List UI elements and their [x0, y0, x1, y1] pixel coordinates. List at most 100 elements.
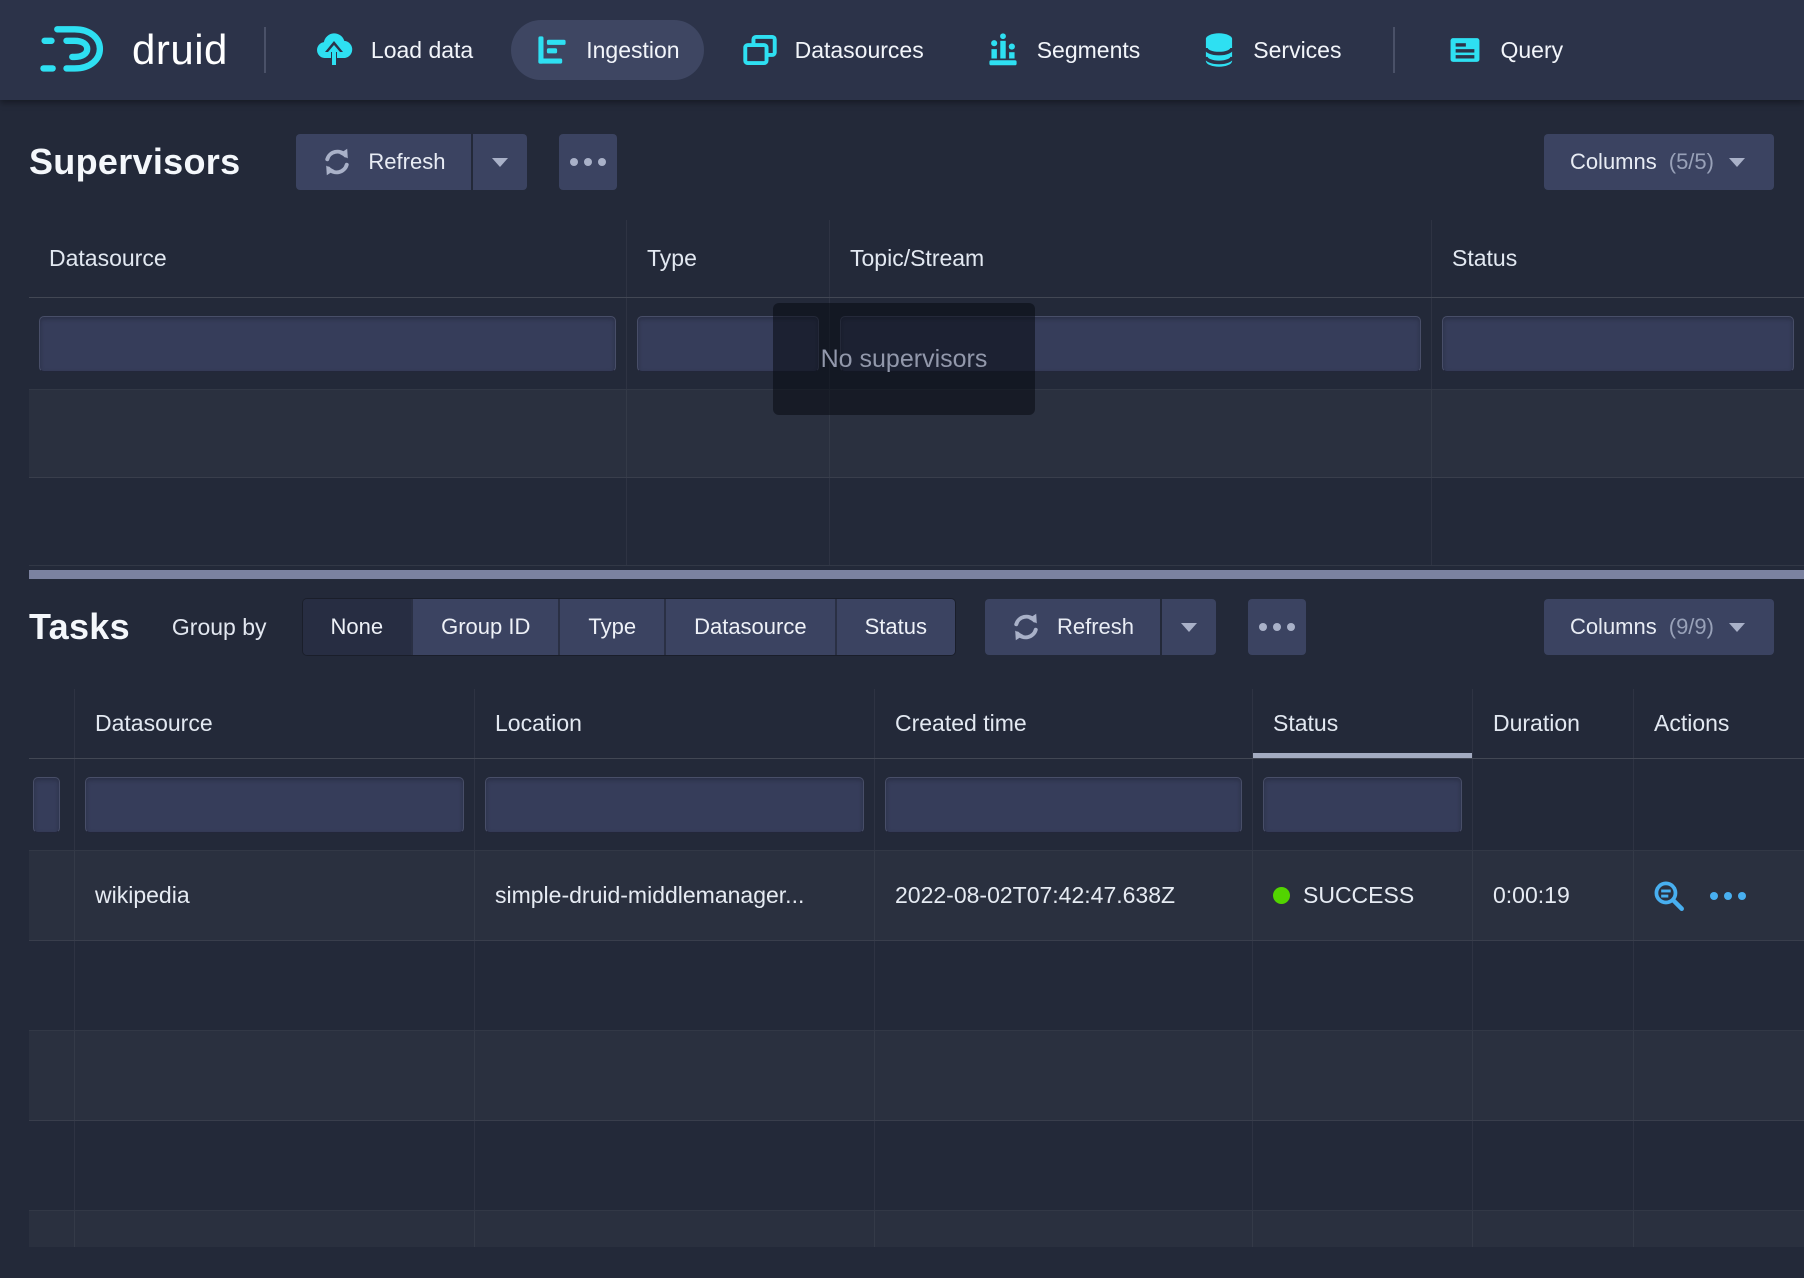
supervisors-refresh-caret-button[interactable] [471, 134, 527, 190]
column-header-duration[interactable]: Duration [1473, 689, 1634, 758]
brand-name: druid [132, 26, 228, 74]
chevron-down-icon [1726, 156, 1748, 169]
no-supervisors-message: No supervisors [773, 303, 1035, 415]
nav-item-label: Segments [1037, 37, 1141, 64]
task-created-time-cell: 2022-08-02T07:42:47.638Z [875, 851, 1253, 940]
tasks-columns-button[interactable]: Columns (9/9) [1544, 599, 1774, 655]
row-more-actions-icon[interactable] [1710, 892, 1746, 900]
task-status-filter-input[interactable] [1263, 777, 1462, 833]
table-row [29, 941, 1804, 1031]
search-detail-icon[interactable] [1652, 879, 1686, 913]
status-badge: SUCCESS [1303, 882, 1414, 909]
task-datasource-cell: wikipedia [75, 851, 475, 940]
table-row [29, 1121, 1804, 1211]
supervisors-refresh-button[interactable]: Refresh [296, 134, 471, 190]
group-by-group-id-button[interactable]: Group ID [411, 599, 558, 655]
supervisors-title: Supervisors [29, 141, 240, 183]
horizontal-scrollbar[interactable] [29, 570, 1804, 579]
column-header-expander[interactable] [29, 689, 75, 758]
group-by-button-group: None Group ID Type Datasource Status [303, 599, 955, 655]
task-location-filter-input[interactable] [485, 777, 864, 833]
nav-item-label: Services [1253, 37, 1341, 64]
tasks-refresh-button[interactable]: Refresh [985, 599, 1160, 655]
column-header-datasource[interactable]: Datasource [29, 220, 627, 297]
nav-item-label: Load data [371, 37, 473, 64]
column-header-status-label: Status [1273, 710, 1338, 737]
nav-item-load-data[interactable]: Load data [290, 20, 497, 80]
tasks-title: Tasks [29, 606, 130, 648]
refresh-label: Refresh [368, 149, 445, 175]
nav-divider [264, 27, 266, 73]
task-row-wikipedia[interactable]: wikipedia simple-druid-middlemanager... … [29, 851, 1804, 941]
group-by-type-button[interactable]: Type [558, 599, 664, 655]
tasks-filter-row [29, 759, 1804, 851]
more-icon [1259, 623, 1295, 631]
druid-logo[interactable]: druid [40, 22, 228, 78]
columns-label: Columns [1570, 614, 1657, 640]
supervisor-status-filter-input[interactable] [1442, 316, 1794, 372]
nav-items: Load data Ingestion Datasources [290, 20, 1587, 80]
tasks-table-header: Datasource Location Created time Status … [29, 689, 1804, 759]
multi-select-icon [742, 33, 778, 67]
refresh-icon [1011, 612, 1041, 642]
sort-indicator [1253, 753, 1472, 758]
nav-item-label: Ingestion [586, 37, 679, 64]
group-by-datasource-button[interactable]: Datasource [664, 599, 835, 655]
nav-item-services[interactable]: Services [1178, 20, 1365, 80]
task-status-cell: SUCCESS [1253, 851, 1473, 940]
column-header-created-time[interactable]: Created time [875, 689, 1253, 758]
columns-count: (5/5) [1669, 149, 1714, 175]
column-header-status[interactable]: Status [1253, 689, 1473, 758]
table-row [29, 1211, 1804, 1247]
table-row [29, 478, 1804, 566]
tasks-more-button[interactable] [1248, 599, 1306, 655]
nav-item-datasources[interactable]: Datasources [718, 20, 948, 80]
tasks-toolbar: Tasks Group by None Group ID Type Dataso… [0, 599, 1804, 655]
bar-chart-icon [986, 33, 1020, 67]
column-header-status[interactable]: Status [1432, 220, 1804, 297]
column-header-topic-stream[interactable]: Topic/Stream [830, 220, 1432, 297]
chevron-down-icon [1178, 621, 1200, 634]
columns-label: Columns [1570, 149, 1657, 175]
cloud-upload-icon [314, 31, 354, 69]
nav-item-query[interactable]: Query [1423, 20, 1587, 80]
column-header-type[interactable]: Type [627, 220, 830, 297]
table-row [29, 1031, 1804, 1121]
application-icon [1447, 33, 1483, 67]
supervisors-refresh-split: Refresh [296, 134, 527, 190]
column-header-actions[interactable]: Actions [1634, 689, 1804, 758]
tasks-refresh-caret-button[interactable] [1160, 599, 1216, 655]
gantt-chart-icon [535, 33, 569, 67]
task-id-filter-input[interactable] [33, 777, 60, 833]
task-location-cell: simple-druid-middlemanager... [475, 851, 875, 940]
column-header-location[interactable]: Location [475, 689, 875, 758]
refresh-label: Refresh [1057, 614, 1134, 640]
group-by-none-button[interactable]: None [303, 599, 412, 655]
supervisors-table: Datasource Type Topic/Stream Status No s… [29, 220, 1804, 579]
chevron-down-icon [489, 156, 511, 169]
more-icon [570, 158, 606, 166]
task-actions-cell [1634, 851, 1804, 940]
success-status-dot [1273, 887, 1290, 904]
nav-divider [1393, 27, 1395, 73]
group-by-label: Group by [172, 614, 267, 641]
column-header-datasource[interactable]: Datasource [75, 689, 475, 758]
group-by-status-button[interactable]: Status [835, 599, 955, 655]
supervisors-columns-button[interactable]: Columns (5/5) [1544, 134, 1774, 190]
tasks-refresh-split: Refresh [985, 599, 1216, 655]
supervisors-table-header: Datasource Type Topic/Stream Status [29, 220, 1804, 298]
tasks-table: Datasource Location Created time Status … [29, 689, 1804, 1247]
nav-item-ingestion[interactable]: Ingestion [511, 20, 703, 80]
database-icon [1202, 32, 1236, 68]
nav-item-segments[interactable]: Segments [962, 20, 1165, 80]
nav-item-label: Datasources [795, 37, 924, 64]
columns-count: (9/9) [1669, 614, 1714, 640]
supervisors-more-button[interactable] [559, 134, 617, 190]
task-created-time-filter-input[interactable] [885, 777, 1242, 833]
task-datasource-filter-input[interactable] [85, 777, 464, 833]
supervisor-datasource-filter-input[interactable] [39, 316, 616, 372]
top-navbar: druid Load data Ingestion [0, 0, 1804, 100]
druid-logo-icon [40, 22, 116, 78]
refresh-icon [322, 147, 352, 177]
nav-item-label: Query [1500, 37, 1563, 64]
